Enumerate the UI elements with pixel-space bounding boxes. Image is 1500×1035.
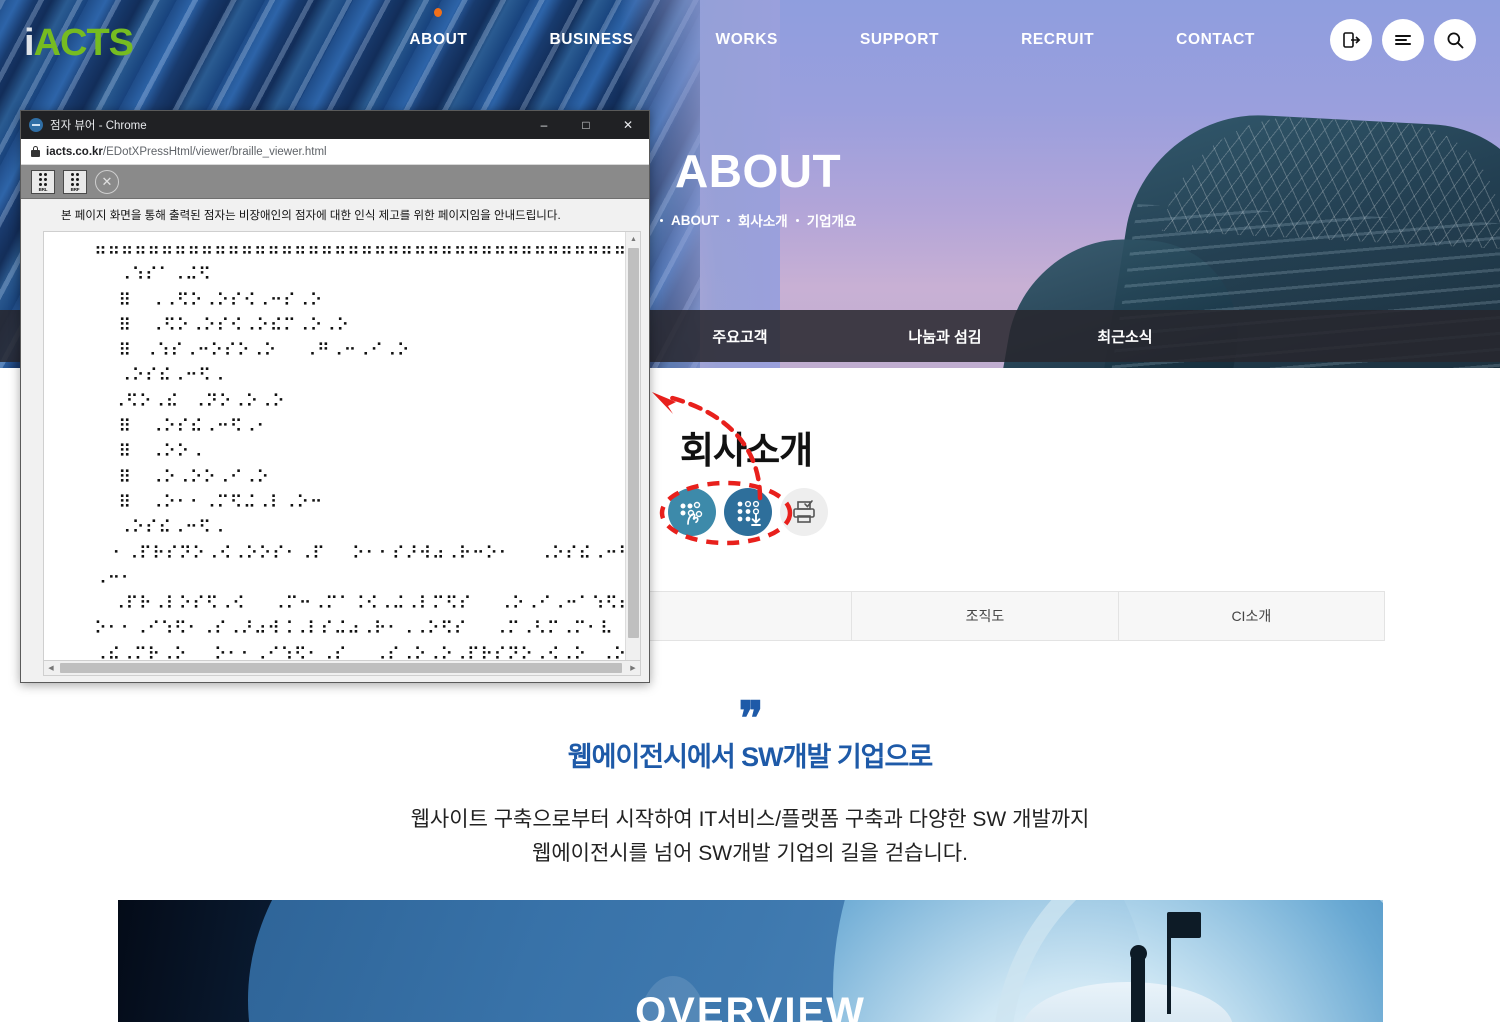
logo-prefix: i bbox=[24, 22, 34, 64]
breadcrumb-bullet bbox=[796, 219, 799, 222]
scroll-up-arrow-icon[interactable]: ▲ bbox=[626, 232, 641, 246]
braille-text: ⠶⠶⠶⠶⠶⠶⠶⠶⠶⠶⠶⠶⠶⠶⠶⠶⠶⠶⠶⠶⠶⠶⠶⠶⠶⠶⠶⠶⠶⠶⠶⠶⠶⠶⠶⠶⠶⠶⠶⠶… bbox=[82, 238, 624, 660]
braille-brl-button[interactable]: BRL bbox=[31, 170, 55, 194]
nav-item-contact[interactable]: CONTACT bbox=[1135, 31, 1296, 49]
window-controls: – □ ✕ bbox=[523, 111, 649, 139]
login-icon[interactable] bbox=[1330, 19, 1372, 61]
subnav-item-news[interactable]: 최근소식 bbox=[1035, 326, 1215, 347]
address-bar-url: iacts.co.kr/EDotXPressHtml/viewer/braill… bbox=[46, 146, 327, 158]
braille-content-area: ⠶⠶⠶⠶⠶⠶⠶⠶⠶⠶⠶⠶⠶⠶⠶⠶⠶⠶⠶⠶⠶⠶⠶⠶⠶⠶⠶⠶⠶⠶⠶⠶⠶⠶⠶⠶⠶⠶⠶⠶… bbox=[43, 231, 641, 660]
nav-item-works[interactable]: WORKS bbox=[675, 31, 819, 49]
brl-label: BRL bbox=[39, 187, 48, 192]
nav-item-support[interactable]: SUPPORT bbox=[819, 31, 980, 49]
banner-title: OVERVIEW bbox=[118, 990, 1383, 1035]
lock-icon bbox=[31, 146, 40, 157]
breadcrumb-item-1[interactable]: ABOUT bbox=[671, 213, 719, 228]
content-tab-bar: 조직도 CI소개 bbox=[585, 591, 1385, 641]
brf-label: BRF bbox=[71, 187, 80, 192]
braille-dots-icon bbox=[39, 173, 47, 186]
braille-dots-icon bbox=[71, 173, 79, 186]
maximize-icon[interactable]: □ bbox=[565, 111, 607, 139]
url-path: /EDotXPressHtml/viewer/braille_viewer.ht… bbox=[103, 146, 327, 158]
vertical-scrollbar[interactable]: ▲ bbox=[625, 232, 640, 660]
nav-menu: ABOUT BUSINESS WORKS SUPPORT RECRUIT CON… bbox=[368, 31, 1296, 49]
braille-download-icon[interactable] bbox=[724, 488, 772, 536]
scroll-left-arrow-icon[interactable]: ◀ bbox=[44, 661, 58, 675]
search-icon[interactable] bbox=[1434, 19, 1476, 61]
close-icon[interactable]: ✕ bbox=[607, 111, 649, 139]
quote-body-line-1: 웹사이트 구축으로부터 시작하여 IT서비스/플랫폼 구축과 다양한 SW 개발… bbox=[0, 803, 1500, 837]
quote-heading: 웹에이전시에서 SW개발 기업으로 bbox=[0, 735, 1500, 774]
breadcrumb-bullet bbox=[727, 219, 730, 222]
breadcrumb-bullet bbox=[660, 219, 663, 222]
horizontal-scrollbar[interactable]: ◀ ▶ bbox=[43, 660, 641, 676]
accessibility-action-group bbox=[668, 488, 828, 536]
page-title: ABOUT bbox=[675, 144, 841, 198]
banner-flag bbox=[1167, 912, 1201, 938]
braille-brf-button[interactable]: BRF bbox=[63, 170, 87, 194]
print-icon[interactable] bbox=[780, 488, 828, 536]
horizontal-scroll-thumb[interactable] bbox=[60, 663, 622, 673]
url-domain: iacts.co.kr bbox=[46, 146, 103, 158]
breadcrumb-item-2[interactable]: 회사소개 bbox=[738, 210, 788, 230]
close-viewer-icon[interactable]: ✕ bbox=[95, 170, 119, 194]
nav-item-business[interactable]: BUSINESS bbox=[508, 31, 674, 49]
minimize-icon[interactable]: – bbox=[523, 111, 565, 139]
banner-person-head bbox=[1130, 945, 1147, 962]
section-heading-company: 회사소개 bbox=[680, 420, 812, 474]
viewer-notice-text: 본 페이지 화면을 통해 출력된 점자는 비장애인의 점자에 대한 인식 제고를… bbox=[21, 199, 649, 231]
breadcrumb: ABOUT 회사소개 기업개요 bbox=[660, 210, 856, 230]
tab-ci-intro[interactable]: CI소개 bbox=[1119, 592, 1384, 640]
nav-icon-group bbox=[1330, 19, 1476, 61]
viewer-toolbar: BRL BRF ✕ bbox=[21, 165, 649, 199]
site-logo[interactable]: iACTS bbox=[24, 22, 133, 65]
window-title: 점자 뷰어 - Chrome bbox=[50, 117, 147, 133]
quote-body: 웹사이트 구축으로부터 시작하여 IT서비스/플랫폼 구축과 다양한 SW 개발… bbox=[0, 803, 1500, 871]
nav-item-recruit[interactable]: RECRUIT bbox=[980, 31, 1135, 49]
braille-read-icon[interactable] bbox=[668, 488, 716, 536]
scroll-right-arrow-icon[interactable]: ▶ bbox=[626, 661, 640, 675]
chrome-favicon bbox=[29, 118, 43, 132]
quote-body-line-2: 웹에이전시를 넘어 SW개발 기업의 길을 걷습니다. bbox=[0, 837, 1500, 871]
hamburger-menu-icon[interactable] bbox=[1382, 19, 1424, 61]
window-title-bar: 점자 뷰어 - Chrome – □ ✕ bbox=[21, 111, 649, 139]
nav-item-about[interactable]: ABOUT bbox=[368, 31, 508, 49]
tab-org-chart[interactable]: 조직도 bbox=[852, 592, 1118, 640]
address-bar[interactable]: iacts.co.kr/EDotXPressHtml/viewer/braill… bbox=[21, 139, 649, 165]
window-bottom-padding bbox=[21, 676, 649, 682]
braille-viewer-window: 점자 뷰어 - Chrome – □ ✕ iacts.co.kr/EDotXPr… bbox=[20, 110, 650, 683]
vertical-scroll-thumb[interactable] bbox=[628, 248, 639, 638]
logo-suffix: ACTS bbox=[34, 22, 133, 64]
subnav-item-sharing[interactable]: 나눔과 섬김 bbox=[855, 326, 1035, 347]
breadcrumb-item-3[interactable]: 기업개요 bbox=[807, 210, 857, 230]
subnav-item-clients[interactable]: 주요고객 bbox=[625, 326, 855, 347]
primary-navigation: ABOUT BUSINESS WORKS SUPPORT RECRUIT CON… bbox=[0, 0, 1500, 80]
